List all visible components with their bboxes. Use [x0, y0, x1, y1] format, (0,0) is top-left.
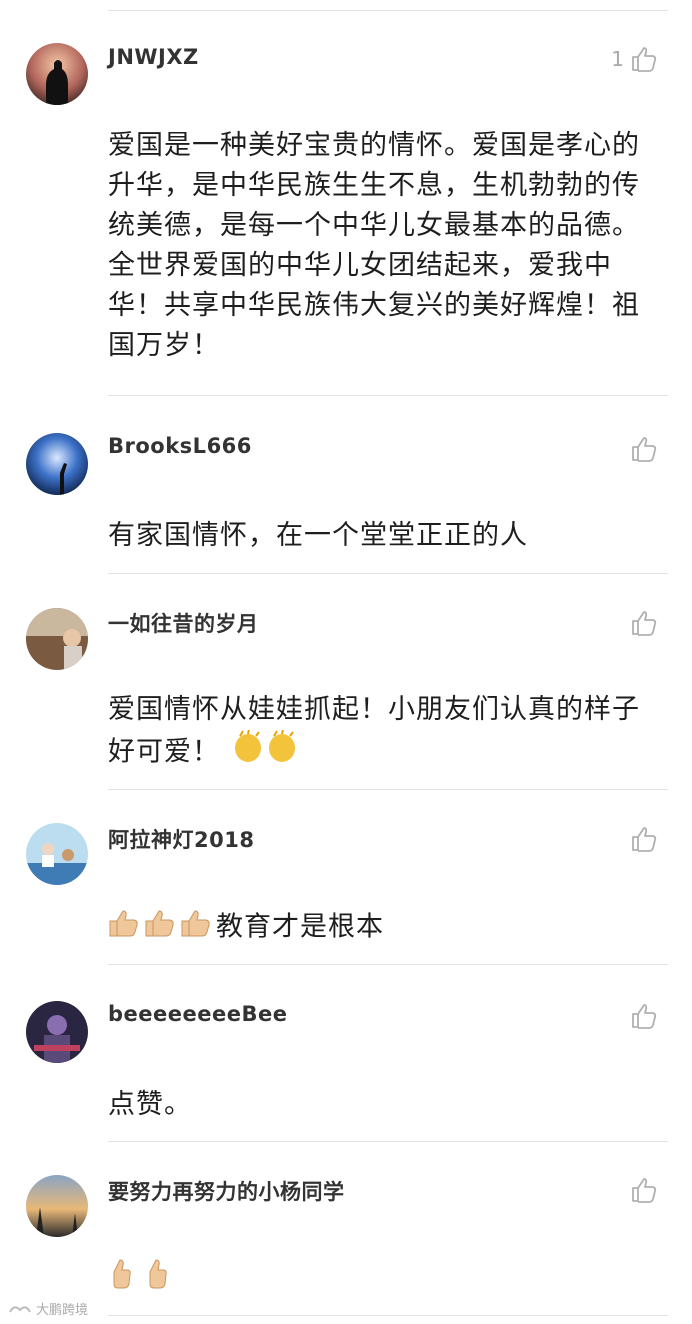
divider: [108, 789, 668, 790]
avatar[interactable]: [26, 43, 88, 105]
thumbs-up-icon: [632, 827, 657, 852]
divider: [108, 1315, 668, 1316]
username[interactable]: beeeeeeeeBee: [108, 1002, 287, 1026]
thumbs-up-icon: [632, 1178, 657, 1203]
avatar[interactable]: [26, 1175, 88, 1237]
like-button[interactable]: [630, 824, 658, 854]
avatar[interactable]: [26, 823, 88, 885]
comment-text: 点赞。: [108, 1089, 192, 1120]
like-count: 1: [611, 47, 624, 71]
thumbs-up-icon: [632, 1004, 657, 1029]
avatar[interactable]: [26, 1001, 88, 1063]
comment-text: [108, 1256, 648, 1302]
comment-text: 有家国情怀，在一个堂堂正正的人: [108, 520, 528, 551]
avatar[interactable]: [26, 433, 88, 495]
thumbs-up-emoji-icon: [108, 905, 216, 951]
divider: [108, 395, 668, 396]
like-button[interactable]: 1: [611, 44, 658, 74]
divider: [108, 964, 668, 965]
thumbs-up-icon: [632, 437, 657, 462]
like-button[interactable]: [630, 1175, 658, 1205]
username[interactable]: JNWJXZ: [108, 45, 199, 69]
divider: [108, 573, 668, 574]
watermark-text: 大鹏跨境: [36, 1303, 89, 1318]
username[interactable]: 阿拉神灯2018: [108, 824, 254, 854]
thumbs-up-emoji-icon: [108, 1256, 180, 1302]
thumbs-up-icon: [632, 47, 657, 72]
thumbs-up-icon: [632, 611, 657, 636]
username[interactable]: BrooksL666: [108, 434, 252, 458]
comment-text-content: 教育才是根本: [216, 911, 384, 943]
watermark-logo-icon: [9, 1305, 31, 1312]
username[interactable]: 要努力再努力的小杨同学: [108, 1176, 345, 1206]
like-button[interactable]: [630, 1001, 658, 1031]
comment-text: 爱国情怀从娃娃抓起！小朋友们认真的样子好可爱！: [108, 690, 648, 776]
like-button[interactable]: [630, 608, 658, 638]
avatar[interactable]: [26, 608, 88, 670]
divider: [108, 10, 668, 11]
comment-text: 教育才是根本: [108, 905, 648, 951]
comment-text: 爱国是一种美好宝贵的情怀。爱国是孝心的升华，是中华民族生生不息，生机勃勃的传统美…: [108, 130, 640, 361]
divider: [108, 1141, 668, 1142]
comment-text-content: 爱国情怀从娃娃抓起！小朋友们认真的样子好可爱！: [108, 694, 640, 768]
like-button[interactable]: [630, 434, 658, 464]
clapping-hands-icon: [230, 728, 302, 776]
watermark: 大鹏跨境: [8, 1299, 88, 1318]
username[interactable]: 一如往昔的岁月: [108, 608, 259, 638]
